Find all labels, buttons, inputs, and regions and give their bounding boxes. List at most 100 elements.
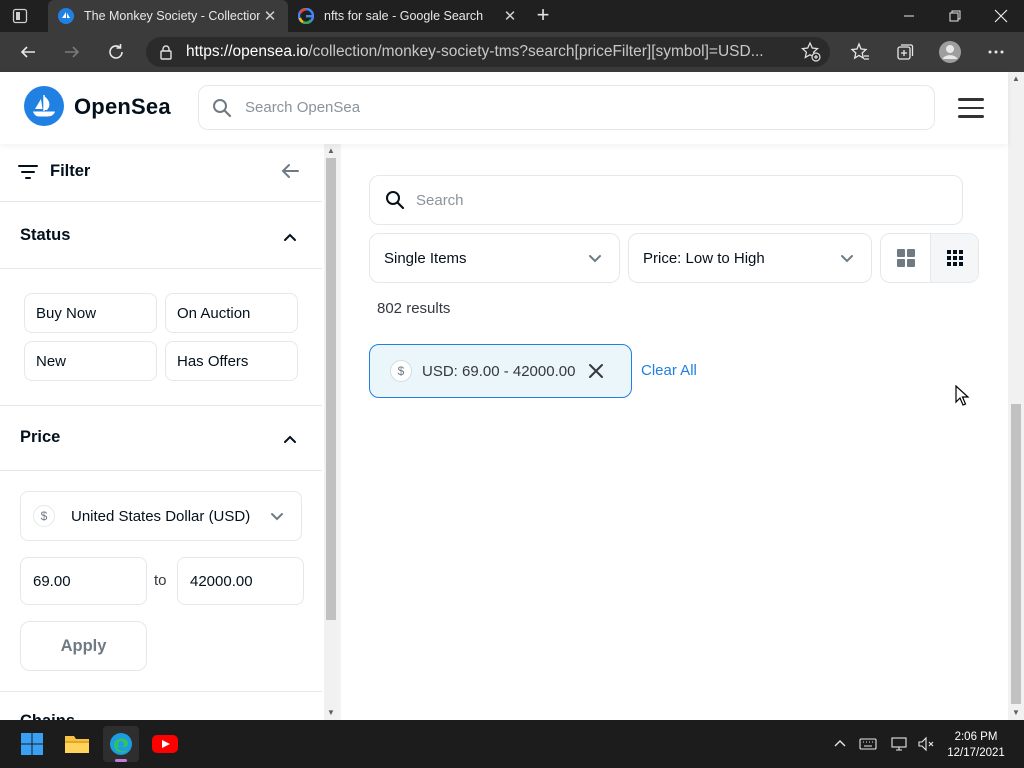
section-divider — [0, 691, 322, 692]
scroll-down-icon[interactable]: ▼ — [1008, 706, 1024, 720]
search-icon — [211, 97, 233, 119]
large-grid-icon — [896, 249, 915, 267]
price-max-input[interactable]: 42000.00 — [177, 557, 304, 605]
tab-actions-icon[interactable] — [12, 8, 28, 24]
scroll-up-icon[interactable]: ▲ — [324, 144, 338, 158]
hamburger-menu-icon[interactable] — [958, 98, 984, 118]
sort-value: Price: Low to High — [643, 249, 765, 267]
google-favicon-icon — [298, 8, 314, 24]
tab-title: The Monkey Society - Collection — [84, 9, 260, 23]
price-min-input[interactable]: 69.00 — [20, 557, 147, 605]
network-icon[interactable] — [890, 734, 910, 754]
scroll-down-icon[interactable]: ▼ — [324, 706, 338, 720]
lock-icon[interactable] — [158, 44, 174, 60]
filter-sidebar: Filter Status Buy Now On Auction New Has… — [0, 144, 322, 720]
address-bar[interactable]: https://opensea.io/collection/monkey-soc… — [146, 37, 830, 67]
status-buy-now-button[interactable]: Buy Now — [24, 293, 157, 333]
filter-header: Filter — [0, 144, 322, 202]
global-search-input[interactable] — [245, 99, 934, 116]
results-count: 802 results — [377, 300, 451, 317]
currency-value: United States Dollar (USD) — [71, 507, 251, 525]
scroll-up-icon[interactable]: ▲ — [1008, 72, 1024, 86]
status-has-offers-button[interactable]: Has Offers — [165, 341, 298, 381]
volume-muted-icon[interactable] — [916, 734, 936, 754]
brand-name[interactable]: OpenSea — [74, 94, 171, 120]
browser-tab-strip: The Monkey Society - Collection ✕ nfts f… — [0, 0, 1024, 32]
file-explorer-icon[interactable] — [59, 726, 95, 762]
filter-icon — [18, 164, 38, 180]
edge-browser-icon[interactable] — [103, 726, 139, 762]
status-section-toggle[interactable]: Status — [0, 203, 322, 269]
status-title: Status — [20, 226, 71, 244]
grid-view-toggle — [880, 233, 979, 283]
start-button-windows-icon[interactable] — [14, 726, 50, 762]
search-icon — [384, 189, 406, 211]
filter-title: Filter — [50, 162, 91, 180]
chevron-down-icon — [587, 251, 603, 267]
refresh-icon[interactable] — [104, 40, 128, 64]
url-text: https://opensea.io/collection/monkey-soc… — [186, 43, 764, 60]
browser-toolbar: https://opensea.io/collection/monkey-soc… — [0, 32, 1024, 72]
chevron-down-icon — [839, 251, 855, 267]
youtube-icon[interactable] — [147, 726, 183, 762]
system-clock[interactable]: 2:06 PM 12/17/2021 — [940, 729, 1012, 761]
sidebar-scrollbar[interactable]: ▲ ▼ — [324, 144, 338, 720]
more-menu-icon[interactable] — [984, 40, 1008, 64]
opensea-favicon-icon — [58, 8, 74, 24]
sort-select[interactable]: Price: Low to High — [628, 233, 872, 283]
collections-icon[interactable] — [893, 40, 917, 64]
keyboard-icon[interactable] — [858, 734, 878, 754]
filter-chip-label: USD: 69.00 - 42000.00 — [422, 362, 576, 380]
scrollbar-thumb[interactable] — [326, 158, 336, 620]
global-search-field[interactable] — [198, 85, 935, 130]
favorites-icon[interactable] — [848, 40, 872, 64]
apply-price-button[interactable]: Apply — [20, 621, 147, 671]
chevron-up-icon — [282, 431, 298, 447]
close-window-icon[interactable] — [978, 0, 1024, 32]
close-tab-icon[interactable]: ✕ — [500, 7, 520, 25]
tab-title: nfts for sale - Google Search — [324, 9, 484, 23]
close-tab-icon[interactable]: ✕ — [260, 7, 280, 25]
browser-tab-opensea[interactable]: The Monkey Society - Collection ✕ — [48, 0, 288, 32]
chevron-down-icon — [269, 509, 285, 525]
clear-all-link[interactable]: Clear All — [641, 362, 697, 379]
chevron-up-tray-icon[interactable] — [830, 734, 850, 754]
collection-search-input[interactable] — [416, 191, 962, 209]
currency-select[interactable]: $ United States Dollar (USD) — [20, 491, 302, 541]
compact-grid-view-button[interactable] — [930, 234, 978, 282]
dollar-icon: $ — [33, 505, 55, 527]
dollar-icon: $ — [390, 360, 412, 382]
page-scrollbar[interactable]: ▲ ▼ — [1008, 72, 1024, 720]
scrollbar-thumb[interactable] — [1011, 404, 1021, 704]
forward-arrow-icon[interactable] — [60, 40, 84, 64]
mouse-cursor-icon — [955, 384, 971, 407]
clock-date: 12/17/2021 — [947, 747, 1005, 759]
price-title: Price — [20, 428, 61, 446]
items-type-select[interactable]: Single Items — [369, 233, 620, 283]
large-grid-view-button[interactable] — [881, 234, 930, 282]
clock-time: 2:06 PM — [954, 731, 998, 743]
back-arrow-icon[interactable] — [16, 40, 40, 64]
minimize-icon[interactable] — [886, 0, 932, 32]
active-app-indicator — [115, 759, 127, 762]
main-content: Single Items Price: Low to High 802 resu… — [341, 144, 1008, 720]
items-type-value: Single Items — [384, 249, 467, 267]
add-favorite-icon[interactable] — [800, 41, 822, 63]
profile-avatar-icon[interactable] — [938, 40, 962, 64]
new-tab-icon[interactable]: + — [530, 4, 556, 28]
price-to-label: to — [154, 572, 167, 589]
opensea-logo-icon[interactable] — [24, 86, 64, 126]
windows-taskbar: 2:06 PM 12/17/2021 — [0, 720, 1024, 768]
restore-icon[interactable] — [932, 0, 978, 32]
collection-search-field[interactable] — [369, 175, 963, 225]
status-on-auction-button[interactable]: On Auction — [165, 293, 298, 333]
chains-section-title[interactable]: Chains — [20, 712, 75, 720]
price-section-toggle[interactable]: Price — [0, 405, 322, 471]
browser-tab-google[interactable]: nfts for sale - Google Search ✕ — [288, 0, 528, 32]
remove-filter-close-icon[interactable] — [587, 362, 605, 380]
site-header: OpenSea — [0, 72, 1008, 144]
chevron-up-icon — [282, 229, 298, 245]
collapse-sidebar-arrow-icon[interactable] — [280, 161, 300, 181]
active-price-filter-chip: $ USD: 69.00 - 42000.00 — [369, 344, 632, 398]
status-new-button[interactable]: New — [24, 341, 157, 381]
